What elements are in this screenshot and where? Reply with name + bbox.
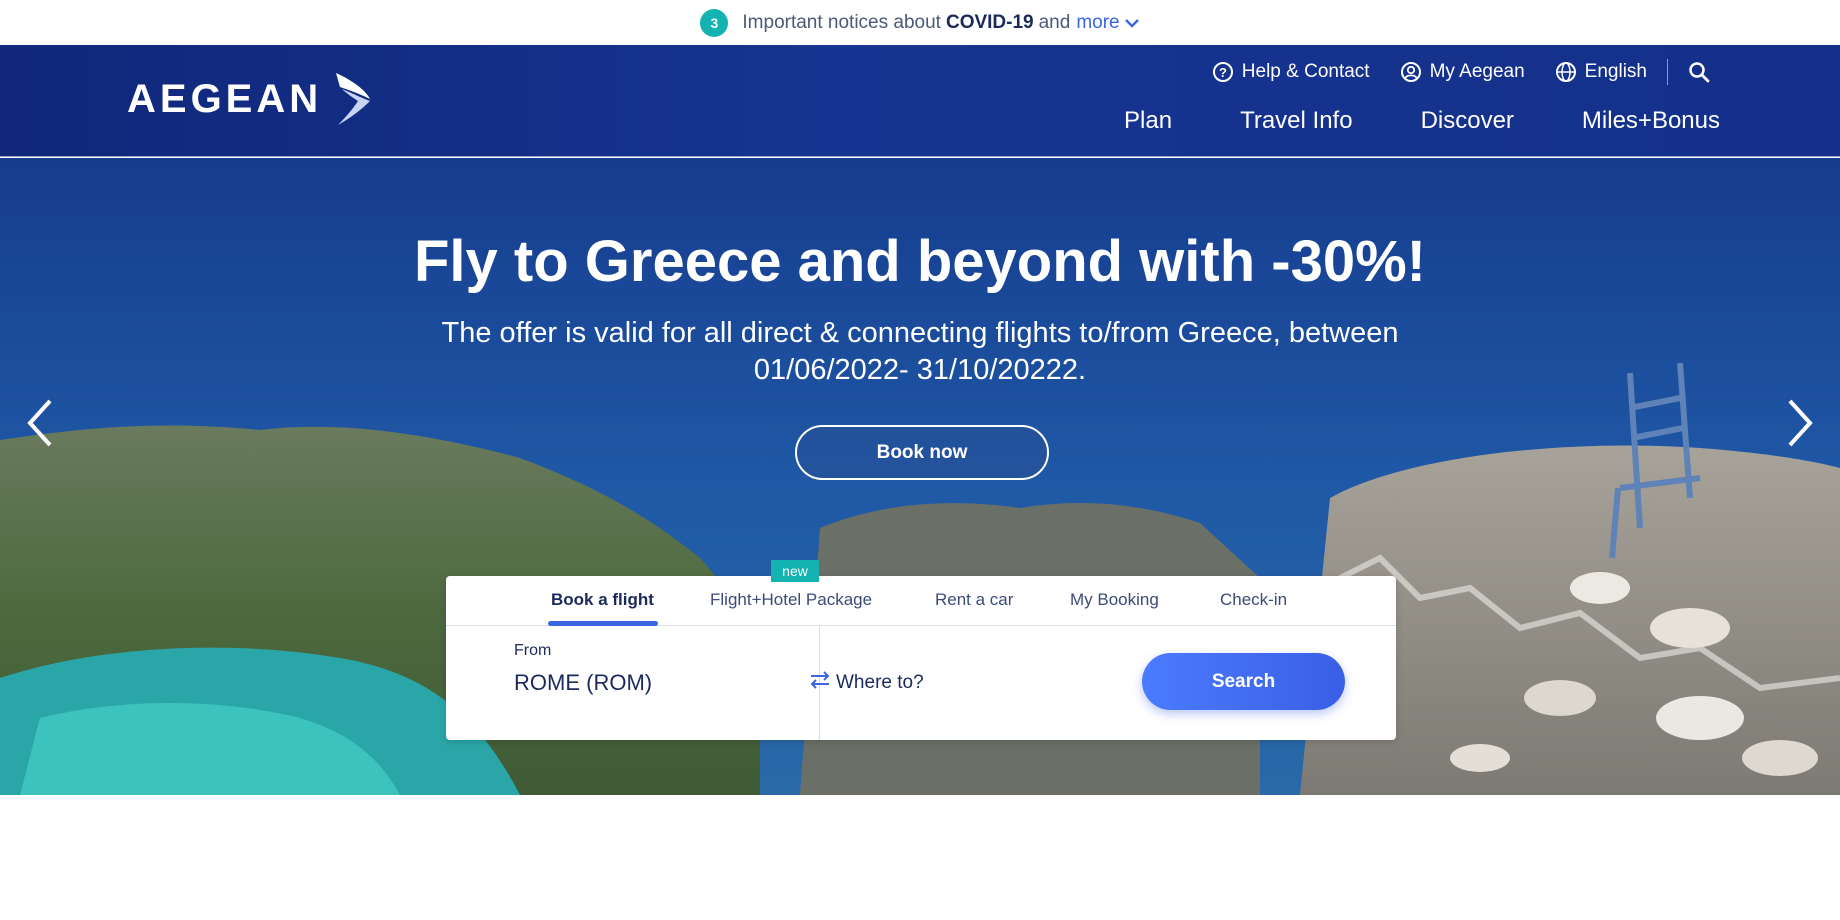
search-button[interactable]: Search xyxy=(1142,653,1345,710)
help-icon: ? xyxy=(1212,62,1233,82)
search-icon[interactable] xyxy=(1688,61,1710,83)
my-aegean-link[interactable]: My Aegean xyxy=(1400,61,1525,83)
language-label: English xyxy=(1584,61,1647,82)
chevron-down-icon xyxy=(1124,18,1139,28)
nav-item-travel-info[interactable]: Travel Info xyxy=(1240,107,1353,135)
svg-text:?: ? xyxy=(1219,65,1227,80)
notice-count-badge: 3 xyxy=(700,8,729,37)
user-icon xyxy=(1400,62,1421,82)
help-contact-link[interactable]: ? Help & Contact xyxy=(1212,61,1370,83)
carousel-prev-icon[interactable] xyxy=(20,393,60,453)
notice-highlight: COVID-19 xyxy=(945,11,1034,33)
carousel-next-icon[interactable] xyxy=(1780,393,1820,453)
nav-item-plan[interactable]: Plan xyxy=(1124,107,1172,135)
page-content-area xyxy=(0,795,1840,920)
nav-item-discover[interactable]: Discover xyxy=(1421,107,1514,135)
hero-subtitle: The offer is valid for all direct & conn… xyxy=(441,317,1399,386)
utility-nav: ? Help & Contact My Aegean English xyxy=(1212,59,1710,85)
notice-more-label: more xyxy=(1076,11,1120,33)
new-badge: new xyxy=(771,560,819,582)
main-nav: Plan Travel Info Discover Miles+Bonus xyxy=(1124,107,1720,135)
logo-text: AEGEAN xyxy=(127,76,323,121)
from-field[interactable]: ROME (ROM) xyxy=(514,670,652,696)
tab-rent-a-car[interactable]: Rent a car xyxy=(935,590,1013,610)
globe-icon xyxy=(1555,62,1576,82)
language-selector[interactable]: English xyxy=(1555,61,1647,83)
notice-more-link[interactable]: more xyxy=(1076,12,1139,34)
booking-tabs: Book a flight Flight+Hotel Package Rent … xyxy=(446,576,1396,626)
logo[interactable]: AEGEAN xyxy=(127,71,374,127)
notice-conjunction: and xyxy=(1038,11,1071,33)
active-tab-indicator xyxy=(548,621,658,626)
to-field[interactable]: Where to? xyxy=(836,672,924,694)
site-header: AEGEAN ? Help & Contact My Aegean Englis… xyxy=(0,45,1840,157)
notice-bar: 3 Important notices about COVID-19 and m… xyxy=(0,0,1840,45)
book-now-button[interactable]: Book now xyxy=(795,425,1049,480)
booking-widget: Book a flight Flight+Hotel Package Rent … xyxy=(446,560,1396,740)
nav-item-miles-bonus[interactable]: Miles+Bonus xyxy=(1582,107,1720,135)
tab-my-booking[interactable]: My Booking xyxy=(1070,590,1159,610)
hero-title: Fly to Greece and beyond with -30%! xyxy=(414,229,1426,294)
from-label: From xyxy=(514,642,552,659)
tab-flight-hotel-package[interactable]: Flight+Hotel Package xyxy=(710,590,872,610)
logo-wing-icon xyxy=(336,73,371,125)
tab-check-in[interactable]: Check-in xyxy=(1220,590,1287,610)
swap-icon[interactable] xyxy=(808,668,832,692)
tab-book-a-flight[interactable]: Book a flight xyxy=(551,590,654,610)
my-aegean-label: My Aegean xyxy=(1429,61,1525,82)
help-contact-label: Help & Contact xyxy=(1241,61,1370,82)
utility-divider xyxy=(1667,59,1668,85)
notice-prefix: Important notices about xyxy=(742,11,941,33)
